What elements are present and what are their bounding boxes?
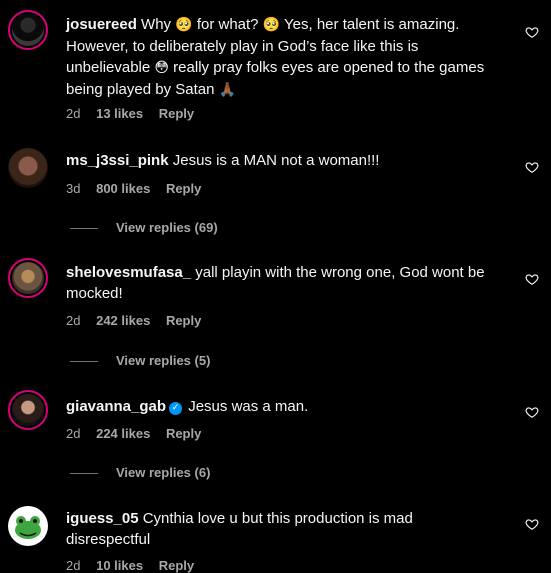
likes-count[interactable]: 800 likes [96, 181, 150, 196]
comment-age: 2d [66, 558, 81, 573]
comment-text: shelovesmufasa_ yall playin with the wro… [66, 264, 485, 302]
comment-text: iguess_05 Cynthia love u but this produc… [66, 510, 413, 548]
praying-hands-emoji: 🙏🏾 [218, 82, 237, 98]
likes-count[interactable]: 224 likes [96, 426, 150, 441]
heart-icon[interactable] [525, 25, 539, 39]
reply-button[interactable]: Reply [166, 181, 201, 196]
comment-text: giavanna_gab ✓ Jesus was a man. [66, 398, 309, 415]
comment-meta: 2d 13 likes Reply [66, 106, 206, 121]
comment-meta: 2d 242 likes Reply [66, 313, 213, 328]
pleading-face-emoji: 🥺 [262, 17, 281, 33]
view-replies-button[interactable]: View replies (69) [70, 220, 218, 235]
username[interactable]: giavanna_gab [66, 398, 166, 415]
frog-avatar-icon [15, 516, 41, 539]
heart-icon[interactable] [525, 405, 539, 419]
reply-button[interactable]: Reply [166, 313, 201, 328]
reply-button[interactable]: Reply [159, 558, 194, 573]
comment-text: ms_j3ssi_pink Jesus is a MAN not a woman… [66, 152, 380, 169]
likes-count[interactable]: 10 likes [96, 558, 143, 573]
comment-text: josuereed Why 🥺 for what? 🥺 Yes, her tal… [66, 16, 485, 98]
comment-meta: 3d 800 likes Reply [66, 181, 213, 196]
comment-age: 2d [66, 426, 81, 441]
username[interactable]: ms_j3ssi_pink [66, 152, 169, 169]
pleading-face-emoji: 🥺 [175, 17, 193, 33]
flushed-face-emoji: 😳 [154, 60, 170, 76]
comment-meta: 2d 10 likes Reply [66, 558, 206, 573]
username[interactable]: shelovesmufasa_ [66, 264, 191, 281]
heart-icon[interactable] [525, 517, 539, 531]
avatar[interactable] [8, 10, 48, 50]
heart-icon[interactable] [525, 272, 539, 286]
reply-button[interactable]: Reply [166, 426, 201, 441]
avatar[interactable] [8, 390, 48, 430]
avatar[interactable] [8, 506, 48, 546]
divider-line [70, 361, 98, 363]
comment-meta: 2d 224 likes Reply [66, 426, 213, 441]
likes-count[interactable]: 242 likes [96, 313, 150, 328]
username[interactable]: josuereed [66, 16, 137, 33]
reply-button[interactable]: Reply [159, 106, 194, 121]
comment-age: 2d [66, 313, 81, 328]
avatar[interactable] [8, 258, 48, 298]
divider-line [70, 473, 98, 475]
avatar[interactable] [8, 148, 48, 188]
divider-line [70, 228, 98, 230]
verified-badge-icon: ✓ [169, 402, 183, 415]
view-replies-button[interactable]: View replies (5) [70, 353, 210, 368]
comment-age: 3d [66, 181, 81, 196]
username[interactable]: iguess_05 [66, 510, 139, 527]
view-replies-button[interactable]: View replies (6) [70, 465, 210, 480]
likes-count[interactable]: 13 likes [96, 106, 143, 121]
comment-age: 2d [66, 106, 81, 121]
heart-icon[interactable] [525, 160, 539, 174]
